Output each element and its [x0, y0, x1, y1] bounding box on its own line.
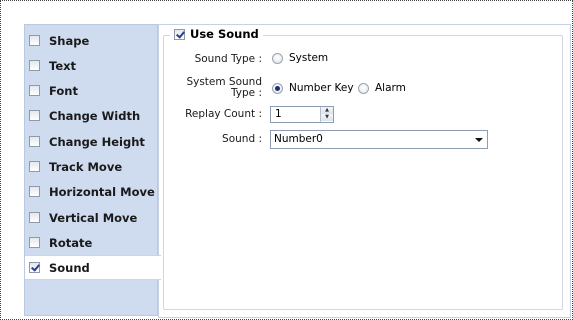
- alarm-label: Alarm: [375, 82, 406, 94]
- sound-label: Sound :: [222, 133, 262, 145]
- sound-dropdown[interactable]: Number0: [270, 130, 488, 149]
- use-sound-group: Use Sound Sound Type : System System Sou…: [163, 27, 563, 310]
- sound-settings-panel: Use Sound Sound Type : System System Sou…: [158, 24, 571, 318]
- sidebar-item-change-width[interactable]: Change Width: [25, 103, 157, 128]
- horizontal-move-checkbox[interactable]: [29, 186, 40, 197]
- system-sound-type-label: System Sound Type :: [174, 77, 262, 99]
- use-sound-label: Use Sound: [190, 27, 259, 41]
- change-height-checkbox[interactable]: [29, 136, 40, 147]
- sound-checkbox[interactable]: [29, 262, 40, 273]
- replay-count-stepper[interactable]: 1 ▲ ▼: [270, 106, 334, 123]
- shape-checkbox[interactable]: [29, 35, 40, 46]
- replay-count-label: Replay Count :: [185, 108, 262, 120]
- track-move-checkbox[interactable]: [29, 161, 40, 172]
- sidebar-item-label: Change Height: [49, 134, 145, 149]
- system-label: System: [289, 52, 329, 64]
- sidebar-item-label: Sound: [49, 260, 90, 275]
- sidebar-item-font[interactable]: Font: [25, 78, 157, 103]
- alarm-radio[interactable]: [358, 82, 369, 94]
- sidebar-item-label: Vertical Move: [49, 210, 138, 225]
- use-sound-toggle[interactable]: Use Sound: [170, 27, 263, 41]
- chevron-down-icon[interactable]: [471, 131, 487, 148]
- sidebar-item-vertical-move[interactable]: Vertical Move: [25, 205, 157, 230]
- stepper-buttons: ▲ ▼: [320, 107, 333, 122]
- stepper-down-icon[interactable]: ▼: [321, 114, 333, 121]
- alarm-option[interactable]: Alarm: [358, 82, 406, 94]
- sidebar-item-label: Change Width: [49, 108, 141, 123]
- sidebar-item-track-move[interactable]: Track Move: [25, 154, 157, 179]
- sidebar-item-label: Text: [49, 58, 77, 73]
- sidebar-item-label: Shape: [49, 33, 90, 48]
- number-key-radio[interactable]: [272, 82, 283, 94]
- replay-count-value: 1: [275, 108, 282, 120]
- change-width-checkbox[interactable]: [29, 110, 40, 121]
- system-radio[interactable]: [272, 52, 283, 64]
- sidebar-item-rotate[interactable]: Rotate: [25, 230, 157, 255]
- vertical-move-checkbox[interactable]: [29, 212, 40, 223]
- sidebar-item-text[interactable]: Text: [25, 53, 157, 78]
- sidebar-item-label: Rotate: [49, 235, 93, 250]
- rotate-checkbox[interactable]: [29, 237, 40, 248]
- sound-type-label: Sound Type :: [194, 53, 262, 65]
- number-key-option[interactable]: Number Key: [272, 82, 354, 94]
- use-sound-checkbox[interactable]: [174, 28, 185, 40]
- property-sidebar: Shape Text Font Change Width Change Heig…: [24, 24, 161, 316]
- sound-dropdown-value: Number0: [274, 133, 323, 145]
- sound-type-system-option[interactable]: System: [272, 52, 328, 64]
- text-checkbox[interactable]: [29, 60, 40, 71]
- sidebar-item-label: Font: [49, 83, 78, 98]
- sidebar-item-label: Horizontal Move: [49, 184, 155, 199]
- sidebar-item-shape[interactable]: Shape: [25, 28, 157, 53]
- sidebar-item-change-height[interactable]: Change Height: [25, 129, 157, 154]
- font-checkbox[interactable]: [29, 85, 40, 96]
- sidebar-item-sound[interactable]: Sound: [25, 255, 161, 280]
- sidebar-item-label: Track Move: [49, 159, 123, 174]
- sidebar-item-horizontal-move[interactable]: Horizontal Move: [25, 179, 157, 204]
- system-sound-type-label-line2: Type :: [231, 87, 262, 99]
- number-key-label: Number Key: [289, 82, 354, 94]
